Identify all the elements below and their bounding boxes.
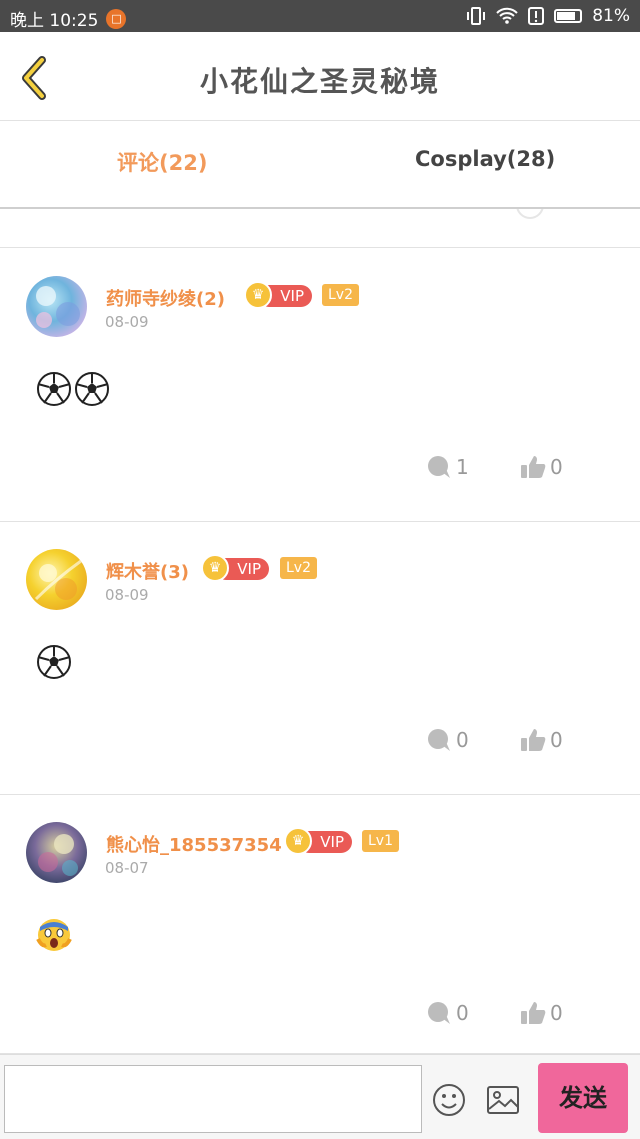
comment-username[interactable]: 熊心怡_185537354	[106, 831, 282, 857]
comment-username[interactable]: 辉木誉(3)	[106, 558, 189, 584]
thumbs-up-icon	[521, 729, 546, 751]
smiley-icon[interactable]	[432, 1083, 466, 1117]
like-count: 0	[550, 728, 563, 752]
wifi-icon	[496, 7, 518, 24]
vip-badge: VIP ♛	[284, 827, 354, 855]
comment-content	[36, 371, 110, 411]
vip-badge: VIP ♛	[201, 554, 271, 582]
previous-comment-fragment	[0, 209, 640, 248]
tab-comments[interactable]: 评论(22)	[117, 147, 207, 177]
comment-item: 辉木誉(3) VIP ♛ Lv2 08-09 0 0	[0, 522, 640, 795]
level-badge: Lv1	[362, 830, 399, 852]
comment-date: 08-09	[105, 586, 149, 604]
reply-button[interactable]: 0	[426, 728, 469, 752]
like-button[interactable]: 0	[520, 728, 563, 752]
comment-username[interactable]: 药师寺纱绫(2)	[106, 285, 225, 311]
like-count: 0	[550, 1001, 563, 1025]
comment-input[interactable]	[4, 1065, 422, 1133]
vip-badge: VIP ♛	[244, 281, 314, 309]
status-bar: 晚上 10:25 □ 81%	[0, 0, 640, 32]
soccer-ball-icon	[37, 372, 71, 406]
like-count: 0	[550, 455, 563, 479]
reply-button[interactable]: 1	[426, 455, 469, 479]
app-notification-icon: □	[106, 8, 127, 29]
soccer-ball-icon	[37, 645, 71, 679]
app-header: 小花仙之圣灵秘境	[0, 32, 640, 121]
avatar[interactable]	[26, 549, 87, 610]
level-badge: Lv2	[322, 284, 359, 306]
tab-bar: 评论(22) Cosplay(28)	[0, 121, 640, 209]
reply-count: 0	[456, 728, 469, 752]
avatar[interactable]	[26, 822, 87, 883]
speech-bubble-icon	[428, 456, 450, 478]
comment-content	[36, 917, 72, 957]
comment-content	[36, 644, 72, 684]
comment-item: 药师寺纱绫(2) VIP ♛ Lv2 08-09 1 0	[0, 249, 640, 522]
comment-item: 熊心怡_185537354 VIP ♛ Lv1 08-07 0 0	[0, 795, 640, 1054]
like-button[interactable]: 0	[520, 455, 563, 479]
speech-bubble-icon	[428, 1002, 450, 1024]
speech-bubble-icon	[428, 729, 450, 751]
comment-date: 08-09	[105, 313, 149, 331]
reply-count: 0	[456, 1001, 469, 1025]
like-button[interactable]: 0	[520, 1001, 563, 1025]
alert-icon	[528, 7, 545, 25]
page-title: 小花仙之圣灵秘境	[199, 65, 440, 98]
battery-icon	[554, 9, 583, 23]
avatar[interactable]	[26, 276, 87, 337]
thumbs-up-icon	[521, 1002, 546, 1024]
crown-icon: ♛	[244, 281, 272, 309]
screaming-face-icon	[36, 919, 72, 951]
status-time: 晚上 10:25	[10, 11, 99, 31]
comment-date: 08-07	[105, 859, 149, 877]
reply-button[interactable]: 0	[426, 1001, 469, 1025]
soccer-ball-icon	[75, 372, 109, 406]
like-icon	[516, 209, 544, 219]
comment-input-bar: 发送	[0, 1054, 640, 1139]
crown-icon: ♛	[201, 554, 229, 582]
battery-percent: 81%	[592, 6, 630, 26]
image-icon[interactable]	[486, 1085, 520, 1115]
vibrate-icon	[467, 7, 486, 25]
send-button[interactable]: 发送	[538, 1063, 628, 1133]
reply-count: 1	[456, 455, 469, 479]
level-badge: Lv2	[280, 557, 317, 579]
crown-icon: ♛	[284, 827, 312, 855]
tab-cosplay[interactable]: Cosplay(28)	[415, 147, 555, 171]
thumbs-up-icon	[521, 456, 546, 478]
